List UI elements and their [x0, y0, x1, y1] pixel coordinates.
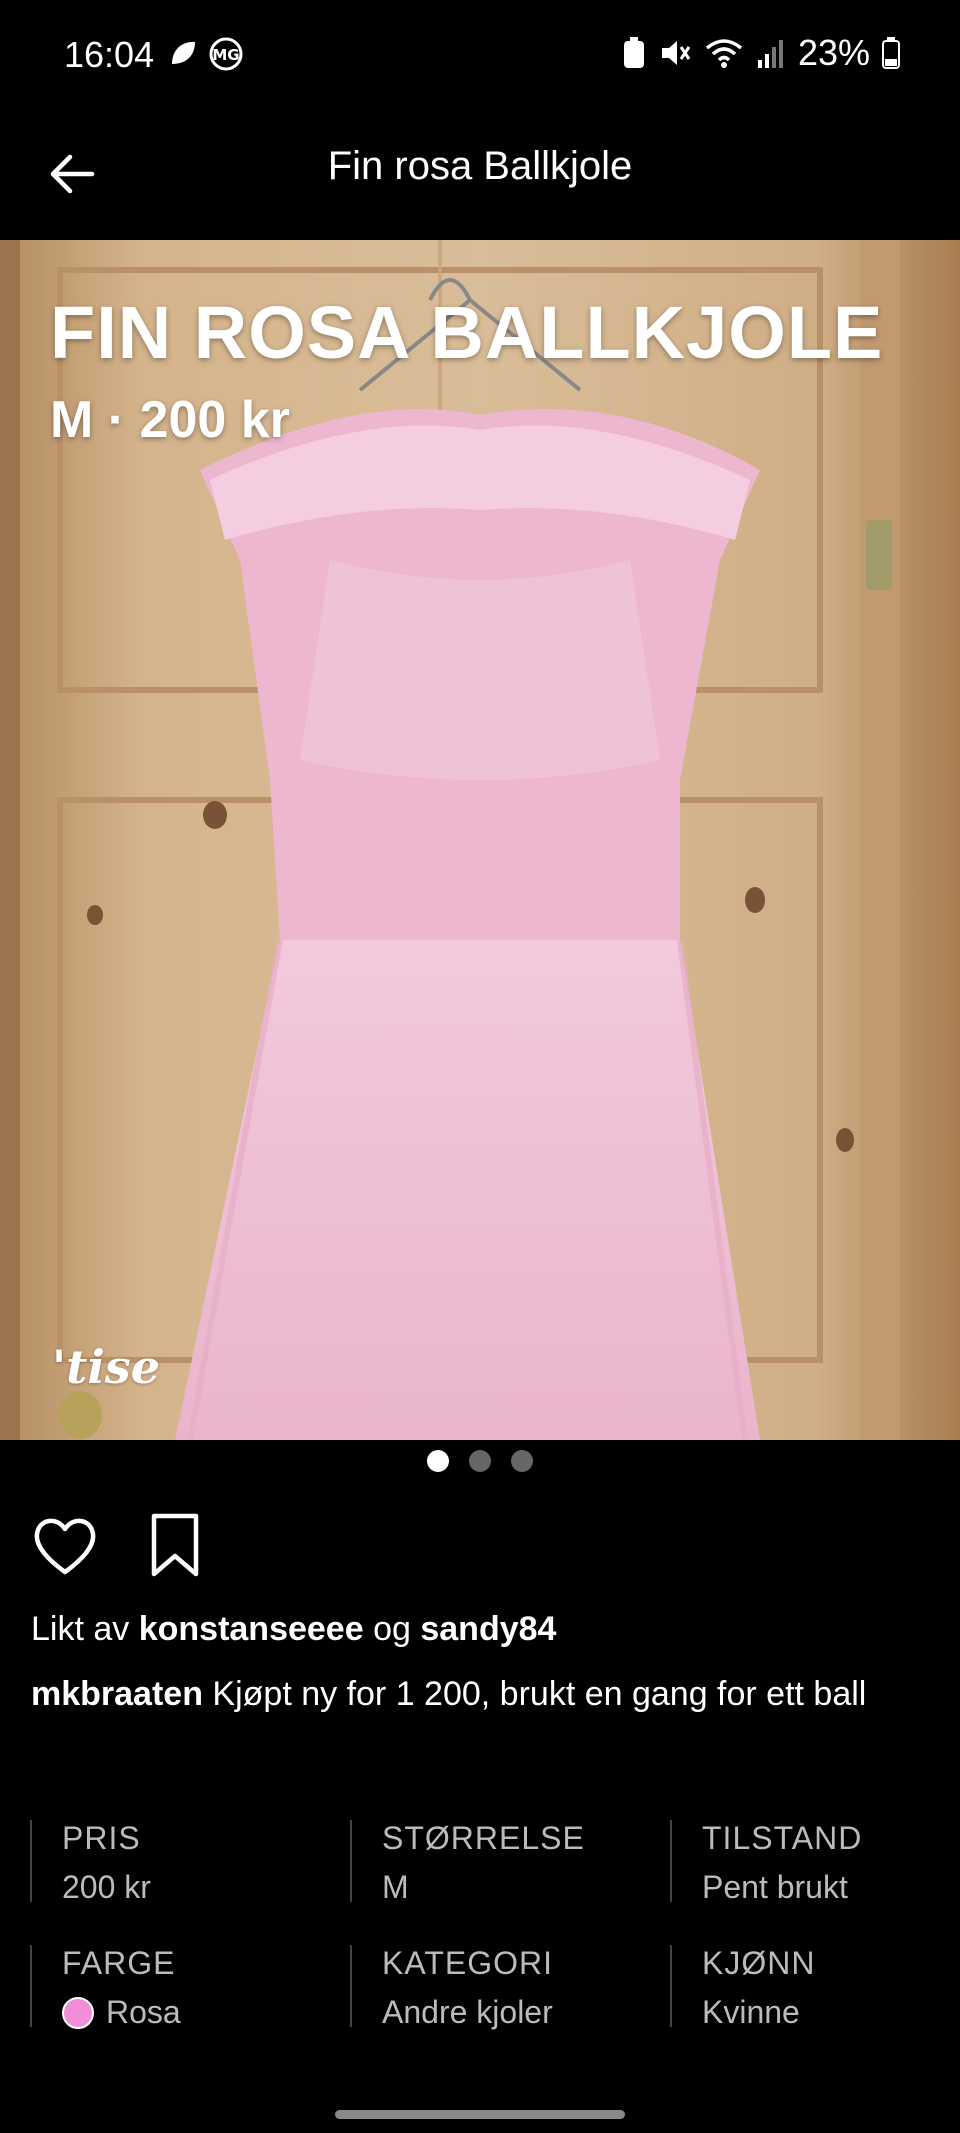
- mg-logo-icon: MG: [209, 37, 243, 71]
- detail-value: Pent brukt: [702, 1869, 862, 1906]
- carousel-dot-1[interactable]: [427, 1450, 449, 1472]
- signal-icon: [757, 40, 783, 68]
- detail-value-text: M: [382, 1869, 409, 1905]
- detail-value-text: Pent brukt: [702, 1869, 848, 1905]
- app-bar: Fin rosa Ballkjole: [0, 110, 960, 240]
- heart-icon[interactable]: [30, 1510, 100, 1580]
- mute-icon: [661, 41, 691, 65]
- battery-percent: 23%: [797, 32, 870, 73]
- carousel-indicator: [0, 1450, 960, 1472]
- detail-value: Rosa: [62, 1994, 181, 2031]
- status-bar: 16:04 MG 23%: [0, 0, 960, 110]
- detail-tilstand: TILSTAND Pent brukt: [670, 1820, 863, 1905]
- listing-description: mkbraaten Kjøpt ny for 1 200, brukt en g…: [31, 1670, 901, 1718]
- detail-farge: FARGE Rosa: [30, 1945, 181, 2030]
- detail-label: KATEGORI: [382, 1945, 553, 1981]
- liked-by-conj: og: [373, 1610, 411, 1648]
- detail-storrelse: STØRRELSE M: [350, 1820, 585, 1905]
- detail-kjonn: KJØNN Kvinne: [670, 1945, 816, 2030]
- bookmark-icon[interactable]: [140, 1510, 210, 1580]
- carousel-dot-3[interactable]: [511, 1450, 533, 1472]
- color-swatch-icon: [62, 1996, 94, 2029]
- detail-value: Kvinne: [702, 1994, 815, 2031]
- detail-label: FARGE: [62, 1945, 176, 1981]
- page-title: Fin rosa Ballkjole: [327, 144, 633, 188]
- detail-value: 200 kr: [62, 1869, 151, 1906]
- wifi-icon: [705, 39, 743, 68]
- detail-label: KJØNN: [702, 1945, 816, 1981]
- detail-label: STØRRELSE: [382, 1820, 585, 1856]
- listing-overlay-subtitle: M · 200 kr: [50, 391, 290, 449]
- detail-value: M: [382, 1869, 585, 1906]
- status-notification-icons: MG: [166, 36, 244, 72]
- battery-icon: [882, 37, 900, 69]
- detail-label: PRIS: [62, 1820, 141, 1856]
- leaf-icon: [172, 41, 195, 64]
- liked-by-user-2[interactable]: sandy84: [420, 1610, 556, 1648]
- home-indicator[interactable]: [335, 2110, 625, 2119]
- seller-username[interactable]: mkbraaten: [31, 1675, 203, 1713]
- detail-value-text: 200 kr: [62, 1869, 151, 1905]
- liked-by-user-1[interactable]: konstanseeee: [139, 1610, 364, 1648]
- detail-kategori: KATEGORI Andre kjoler: [350, 1945, 553, 2030]
- detail-value: Andre kjoler: [382, 1994, 553, 2031]
- description-text: Kjøpt ny for 1 200, brukt en gang for et…: [212, 1675, 867, 1713]
- svg-text:MG: MG: [212, 46, 239, 64]
- liked-by-prefix: Likt av: [31, 1610, 130, 1648]
- detail-value-text: Kvinne: [702, 1994, 800, 2030]
- detail-label: TILSTAND: [702, 1820, 863, 1856]
- liked-by-text: Likt av konstanseeee og sandy84: [31, 1610, 556, 1649]
- status-system-icons: 23%: [622, 32, 900, 74]
- action-bar: [30, 1510, 210, 1580]
- carousel-dot-2[interactable]: [469, 1450, 491, 1472]
- battery-saver-icon: [623, 37, 644, 68]
- listing-overlay-title: FIN ROSA BALLKJOLE: [50, 291, 884, 374]
- tise-logo: 'tise: [52, 1340, 160, 1394]
- detail-pris: PRIS 200 kr: [30, 1820, 151, 1905]
- detail-value-text: Andre kjoler: [382, 1994, 553, 2030]
- status-time: 16:04: [64, 34, 155, 75]
- listing-image-carousel[interactable]: FIN ROSA BALLKJOLE M · 200 kr 'tise: [0, 240, 960, 1440]
- detail-value-text: Rosa: [106, 1994, 181, 2030]
